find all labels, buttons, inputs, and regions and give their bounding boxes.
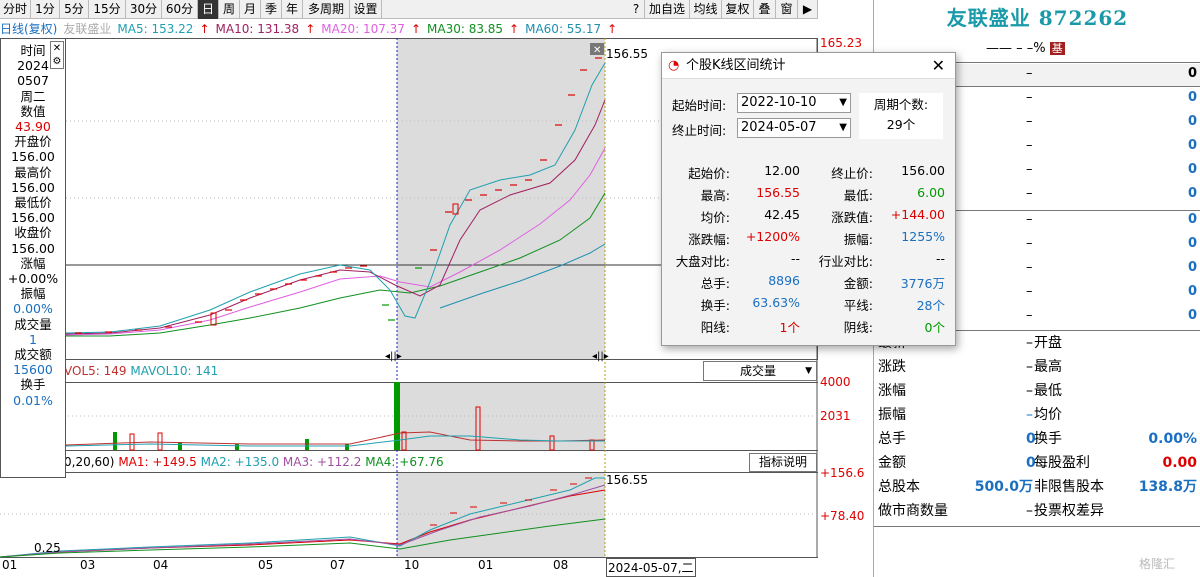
period-tab-day[interactable]: 日 (198, 0, 219, 19)
overlay-button[interactable]: 叠 (754, 0, 776, 19)
chevron-down-icon: ▼ (839, 122, 847, 133)
period-tab-month[interactable]: 月 (240, 0, 261, 19)
adjust-button[interactable]: 复权 (722, 0, 754, 19)
close-icon: ✕ (52, 43, 62, 54)
dialog-titlebar[interactable]: ◔ 个股K线区间统计 ✕ (662, 53, 955, 79)
period-tab-quarter[interactable]: 季 (261, 0, 282, 19)
period-toolbar: 分时 1分 5分 15分 30分 60分 日 周 月 季 年 多周期 设置 ? … (0, 0, 818, 19)
end-date-select[interactable]: 2024-05-07 ▼ (737, 118, 851, 138)
settings-tab[interactable]: 设置 (350, 0, 382, 19)
close-icon[interactable]: ✕ (932, 53, 945, 79)
chart-mode-label[interactable]: 日线(复权) (0, 22, 57, 36)
ma5-value: MA5: 153.22 ↑ (117, 22, 210, 36)
ma-button[interactable]: 均线 (690, 0, 722, 19)
svg-text:◂||▸: ◂||▸ (592, 351, 609, 362)
period-tab-60min[interactable]: 60分 (162, 0, 198, 19)
high-marker-label: 156.55 (606, 47, 648, 61)
volume-legend: VOL5: 149 MAVOL10: 141 (64, 364, 219, 378)
x-axis: 01 03 04 05 07 10 01 08 2024-05-07,二 (2, 558, 696, 577)
period-tab-year[interactable]: 年 (282, 0, 303, 19)
svg-text:✕: ✕ (593, 45, 601, 56)
chevron-down-icon: ▼ (839, 97, 847, 108)
svg-text:◂||▸: ◂||▸ (385, 351, 402, 362)
vol-axis-mid: 2031 (820, 409, 851, 423)
cursor-date: 2024-05-07,二 (606, 558, 696, 577)
start-date-select[interactable]: 2022-10-10 ▼ (737, 93, 851, 113)
kline-range-stats-dialog[interactable]: ◔ 个股K线区间统计 ✕ 起始时间: 2022-10-10 ▼ 终止时间: 202… (661, 52, 956, 346)
low-marker: 0.25 (34, 541, 61, 555)
period-tab-15min[interactable]: 15分 (89, 0, 126, 19)
indicator-legend: 0,20,60) MA1: +149.5 MA2: +135.0 MA3: +1… (64, 455, 444, 469)
stats-grid: 起始价: 12.00 终止价: 156.00 最高: 156.55 最低: 6.00 均价:… (675, 163, 945, 335)
window-button[interactable]: 窗 (776, 0, 798, 19)
add-watchlist-button[interactable]: 加自选 (645, 0, 690, 19)
period-tab-5min[interactable]: 5分 (60, 0, 89, 19)
price-axis-top: 165.23 (820, 36, 862, 50)
ma10-value: MA10: 131.38 ↑ (215, 22, 316, 36)
ind-marker: 156.55 (606, 473, 648, 487)
watermark: 格隆汇 (1139, 557, 1176, 571)
info-panel-controls[interactable]: ✕ ⚙ (50, 41, 64, 69)
start-label: 起始时间: (672, 98, 727, 113)
cursor-info-panel: 时间 2024 0507 周二 数值 43.90 开盘价 156.00 最高价 … (0, 38, 66, 478)
stock-name-grey: 友联盛业 (63, 22, 112, 36)
dialog-title: 个股K线区间统计 (686, 58, 786, 73)
end-label: 终止时间: (672, 123, 727, 138)
period-tab-1min[interactable]: 1分 (31, 0, 60, 19)
ind-axis-mid: +78.40 (820, 509, 865, 523)
period-tab-multi[interactable]: 多周期 (303, 0, 350, 19)
period-tab-30min[interactable]: 30分 (126, 0, 162, 19)
period-tab-timeshare[interactable]: 分时 (0, 0, 31, 19)
help-button[interactable]: ? (628, 0, 645, 19)
volume-dropdown[interactable]: 成交量 ▼ (703, 361, 817, 381)
period-tab-week[interactable]: 周 (219, 0, 240, 19)
vol-axis-top: 4000 (820, 375, 851, 389)
ind-axis-top: +156.6 (820, 466, 865, 480)
period-count-box: 周期个数: 29个 (859, 93, 943, 139)
chevron-down-icon: ▼ (805, 366, 812, 376)
exit-icon[interactable]: ▶ (798, 0, 818, 19)
ma20-value: MA20: 107.37 ↑ (321, 22, 421, 36)
ma60-value: MA60: 55.17 ↑ (525, 22, 618, 36)
quote-stats: 最新–开盘 涨跌–最高 涨幅–最低 振幅–均价 总手0换手0.00% 金额0每股… (878, 335, 1197, 519)
chart-icon: ◔ (668, 58, 680, 73)
indicator-help-button[interactable]: 指标说明 (749, 453, 817, 472)
ma30-value: MA30: 83.85 ↑ (427, 22, 520, 36)
gear-icon: ⚙ (52, 56, 62, 67)
